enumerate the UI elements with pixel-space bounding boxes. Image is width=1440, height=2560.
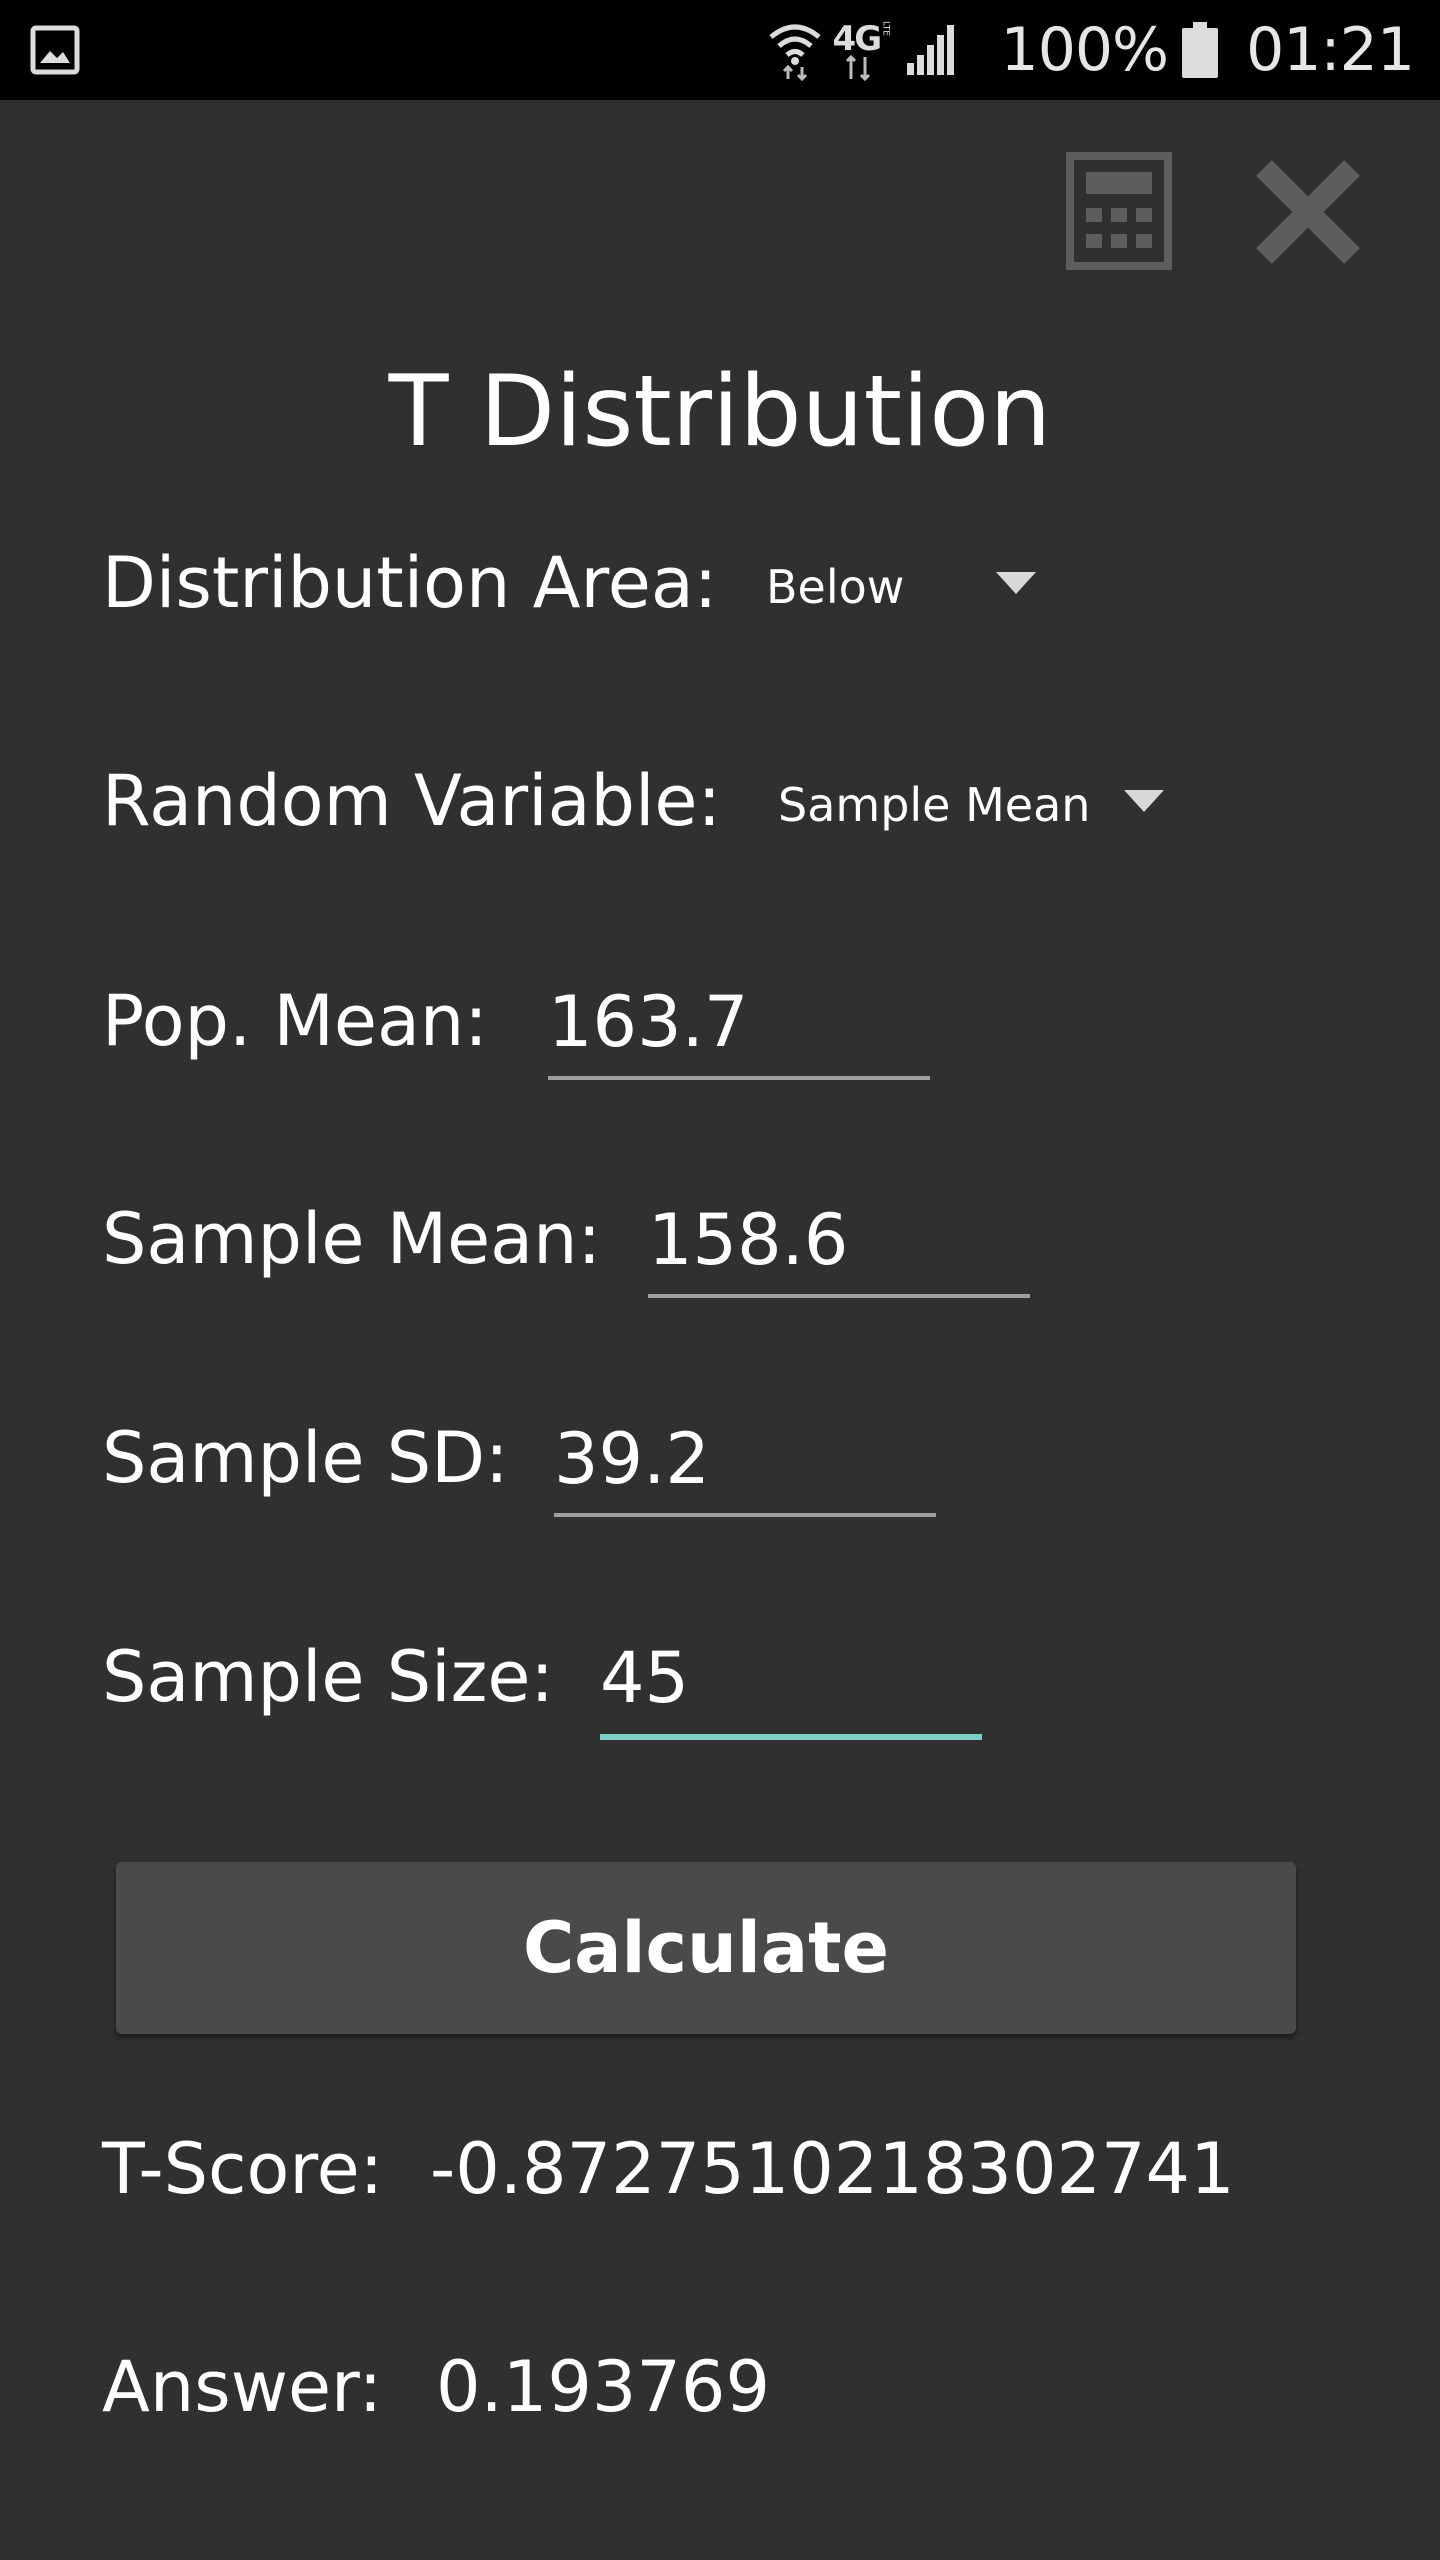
- pop-mean-input[interactable]: [548, 972, 930, 1072]
- random-variable-spinner[interactable]: Sample Mean: [778, 770, 1178, 840]
- random-variable-value: Sample Mean: [778, 778, 1091, 832]
- sample-mean-label: Sample Mean:: [102, 1198, 602, 1280]
- wifi-icon: [768, 24, 821, 81]
- sample-sd-label: Sample SD:: [102, 1417, 509, 1499]
- random-variable-label: Random Variable:: [102, 760, 722, 842]
- chevron-down-icon: [1124, 790, 1164, 812]
- sample-mean-underline: [648, 1294, 1030, 1298]
- sample-sd-input[interactable]: [554, 1409, 936, 1509]
- sample-size-input[interactable]: [600, 1628, 982, 1728]
- sample-sd-underline: [554, 1513, 936, 1517]
- sample-size-label: Sample Size:: [102, 1636, 554, 1718]
- sample-size-underline: [600, 1734, 982, 1740]
- network-type: 4G: [832, 19, 883, 59]
- signal-icon: [906, 25, 954, 75]
- calculate-button[interactable]: Calculate: [116, 1862, 1296, 2034]
- pop-mean-underline: [548, 1076, 930, 1080]
- distribution-area-label: Distribution Area:: [102, 542, 718, 624]
- network-subtype: LTE: [880, 21, 891, 36]
- calculator-button[interactable]: [1066, 152, 1172, 270]
- image-icon: [30, 25, 80, 75]
- answer-label: Answer:: [102, 2346, 383, 2428]
- status-bar: 4G LTE 100% 01:21: [0, 0, 1440, 100]
- t-score-label: T-Score:: [102, 2128, 384, 2210]
- t-score-value: -0.8727510218302741: [430, 2128, 1235, 2210]
- page-title: T Distribution: [388, 355, 1052, 469]
- answer-value: 0.193769: [436, 2346, 771, 2428]
- distribution-area-spinner[interactable]: Below: [766, 552, 1046, 622]
- pop-mean-label: Pop. Mean:: [102, 980, 488, 1062]
- close-button[interactable]: [1252, 156, 1364, 268]
- sample-mean-input[interactable]: [648, 1190, 1030, 1290]
- close-icon: [1256, 160, 1360, 264]
- status-icons: 4G LTE 100% 01:21: [767, 0, 1415, 100]
- battery-percent: 100%: [1000, 15, 1170, 85]
- distribution-area-value: Below: [766, 560, 905, 614]
- 4g-lte-icon: 4G LTE: [833, 19, 895, 81]
- calculator-icon: [1066, 152, 1172, 270]
- clock: 01:21: [1246, 15, 1415, 85]
- chevron-down-icon: [996, 572, 1036, 594]
- battery-icon: [1182, 22, 1219, 78]
